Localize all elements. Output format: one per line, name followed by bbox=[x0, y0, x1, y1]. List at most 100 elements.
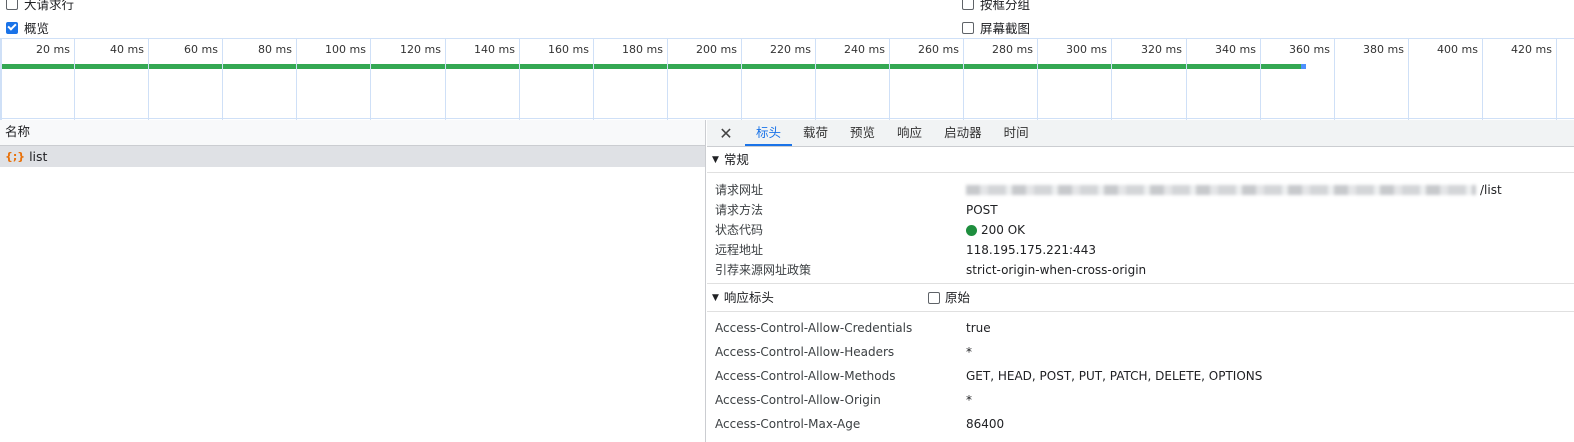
timeline-gridline bbox=[370, 39, 371, 120]
request-row[interactable]: {;} list bbox=[0, 146, 705, 167]
timeline-tick-label: 60 ms bbox=[184, 43, 218, 56]
timeline-tick-label: 140 ms bbox=[474, 43, 515, 56]
general-title: 常规 bbox=[723, 151, 749, 167]
timeline-gridline bbox=[1556, 39, 1557, 120]
general-section-header[interactable]: ▼ 常规 bbox=[707, 147, 1574, 173]
timeline-tick-label: 300 ms bbox=[1066, 43, 1107, 56]
response-headers-title: 响应标头 bbox=[723, 289, 774, 305]
timeline-gridline bbox=[1111, 39, 1112, 120]
timeline-gridline bbox=[815, 39, 816, 120]
general-row: 远程地址 118.195.175.221:443 bbox=[707, 240, 1574, 260]
name-column-header[interactable]: 名称 bbox=[0, 120, 705, 146]
timeline-tick-label: 20 ms bbox=[36, 43, 70, 56]
timeline-tick-label: 260 ms bbox=[918, 43, 959, 56]
status-ok-icon bbox=[966, 224, 977, 236]
timeline-gridline bbox=[445, 39, 446, 120]
response-header-row: Access-Control-Allow-Headers * bbox=[707, 340, 1574, 364]
large-rows-checkbox[interactable] bbox=[6, 0, 18, 10]
timeline-tick-label: 280 ms bbox=[992, 43, 1033, 56]
header-value: * bbox=[966, 393, 972, 407]
request-details-pane: ✕ 标头 载荷 预览 响应 启动器 时间 ▼ 常规 请求网址 /list 请求方… bbox=[707, 120, 1574, 442]
timeline-tick-label: 160 ms bbox=[548, 43, 589, 56]
tab-headers[interactable]: 标头 bbox=[745, 120, 793, 146]
request-url-key: 请求网址 bbox=[715, 183, 764, 197]
general-row: 状态代码 200 OK bbox=[707, 220, 1574, 240]
tab-preview[interactable]: 预览 bbox=[839, 120, 886, 146]
expand-triangle-icon: ▼ bbox=[712, 292, 719, 303]
timeline-tick-label: 320 ms bbox=[1141, 43, 1182, 56]
referrer-policy-key: 引荐来源网址政策 bbox=[715, 263, 812, 277]
remote-address-value: 118.195.175.221:443 bbox=[966, 243, 1097, 257]
details-tabs: ✕ 标头 载荷 预览 响应 启动器 时间 bbox=[707, 120, 1574, 147]
request-list-pane: 名称 {;} list bbox=[0, 120, 706, 442]
close-icon[interactable]: ✕ bbox=[707, 120, 745, 146]
tab-timing[interactable]: 时间 bbox=[993, 120, 1040, 146]
response-header-row: Access-Control-Allow-Credentials true bbox=[707, 316, 1574, 340]
timeline-gridline bbox=[1408, 39, 1409, 120]
tab-payload[interactable]: 载荷 bbox=[792, 120, 839, 146]
header-key: Access-Control-Allow-Origin bbox=[715, 393, 881, 407]
request-url-value: /list bbox=[966, 180, 1502, 200]
request-method-key: 请求方法 bbox=[715, 203, 764, 217]
timeline-gridline bbox=[148, 39, 149, 120]
timeline-gridline bbox=[1186, 39, 1187, 120]
remote-address-key: 远程地址 bbox=[715, 243, 764, 257]
overview-checkbox[interactable] bbox=[6, 21, 18, 34]
timeline-tick-label: 420 ms bbox=[1511, 43, 1552, 56]
response-header-row: Access-Control-Max-Age 86400 bbox=[707, 412, 1574, 436]
overview-label: 概览 bbox=[24, 21, 50, 36]
response-headers-section-header[interactable]: ▼ 响应标头 原始 bbox=[707, 284, 1574, 312]
timeline-left-handle[interactable] bbox=[0, 39, 2, 120]
general-row: 请求方法 POST bbox=[707, 200, 1574, 220]
timeline-gridline bbox=[1260, 39, 1261, 120]
raw-toggle[interactable]: 原始 bbox=[927, 285, 970, 311]
header-value: * bbox=[966, 345, 972, 359]
timeline-tick-label: 120 ms bbox=[400, 43, 441, 56]
xhr-icon: {;} bbox=[5, 150, 26, 163]
header-value: 86400 bbox=[966, 417, 1005, 431]
timeline-gridline bbox=[74, 39, 75, 120]
timeline-gridline bbox=[889, 39, 890, 120]
response-header-row: Access-Control-Allow-Methods GET, HEAD, … bbox=[707, 364, 1574, 388]
header-key: Access-Control-Max-Age bbox=[715, 417, 861, 431]
status-code-value: 200 OK bbox=[966, 220, 1025, 240]
timeline-gridline bbox=[667, 39, 668, 120]
timeline-tick-label: 360 ms bbox=[1289, 43, 1330, 56]
group-by-frame-checkbox[interactable] bbox=[962, 0, 974, 10]
request-name: list bbox=[29, 149, 48, 164]
timeline-tick-label: 380 ms bbox=[1363, 43, 1404, 56]
timeline-tick-label: 100 ms bbox=[325, 43, 366, 56]
group-by-frame-label: 按框分组 bbox=[980, 0, 1031, 12]
general-row: 引荐来源网址政策 strict-origin-when-cross-origin bbox=[707, 260, 1574, 280]
status-code-key: 状态代码 bbox=[715, 223, 764, 237]
large-rows-option[interactable]: 大请求行 bbox=[6, 0, 74, 13]
timeline-gridline bbox=[1482, 39, 1483, 120]
timeline-gridline bbox=[963, 39, 964, 120]
raw-label: 原始 bbox=[944, 289, 970, 305]
timeline-gridline bbox=[296, 39, 297, 120]
timeline-tick-label: 400 ms bbox=[1437, 43, 1478, 56]
expand-triangle-icon: ▼ bbox=[712, 154, 719, 165]
header-key: Access-Control-Allow-Methods bbox=[715, 369, 896, 383]
timeline-tick-label: 240 ms bbox=[844, 43, 885, 56]
header-key: Access-Control-Allow-Headers bbox=[715, 345, 895, 359]
general-row: 请求网址 /list bbox=[707, 180, 1574, 200]
timeline-overview[interactable]: 20 ms 40 ms 60 ms 80 ms 100 ms 120 ms 140 ms 16… bbox=[0, 38, 1574, 120]
redacted-url bbox=[966, 185, 1476, 195]
screenshots-option[interactable]: 屏幕截图 bbox=[962, 18, 1030, 37]
timeline-tick-label: 80 ms bbox=[258, 43, 292, 56]
timeline-gridline bbox=[1334, 39, 1335, 120]
timeline-gridline bbox=[222, 39, 223, 120]
header-value: GET, HEAD, POST, PUT, PATCH, DELETE, OPT… bbox=[966, 369, 1263, 383]
timeline-tick-label: 200 ms bbox=[696, 43, 737, 56]
timeline-tick-label: 180 ms bbox=[622, 43, 663, 56]
group-by-frame-option[interactable]: 按框分组 bbox=[962, 0, 1030, 13]
referrer-policy-value: strict-origin-when-cross-origin bbox=[966, 263, 1147, 277]
raw-checkbox[interactable] bbox=[927, 291, 940, 304]
tab-initiator[interactable]: 启动器 bbox=[933, 120, 993, 146]
overview-option[interactable]: 概览 bbox=[6, 18, 49, 37]
timeline-gridline bbox=[1037, 39, 1038, 120]
tab-response[interactable]: 响应 bbox=[886, 120, 933, 146]
response-header-row: Access-Control-Allow-Origin * bbox=[707, 388, 1574, 412]
screenshots-checkbox[interactable] bbox=[962, 21, 974, 34]
